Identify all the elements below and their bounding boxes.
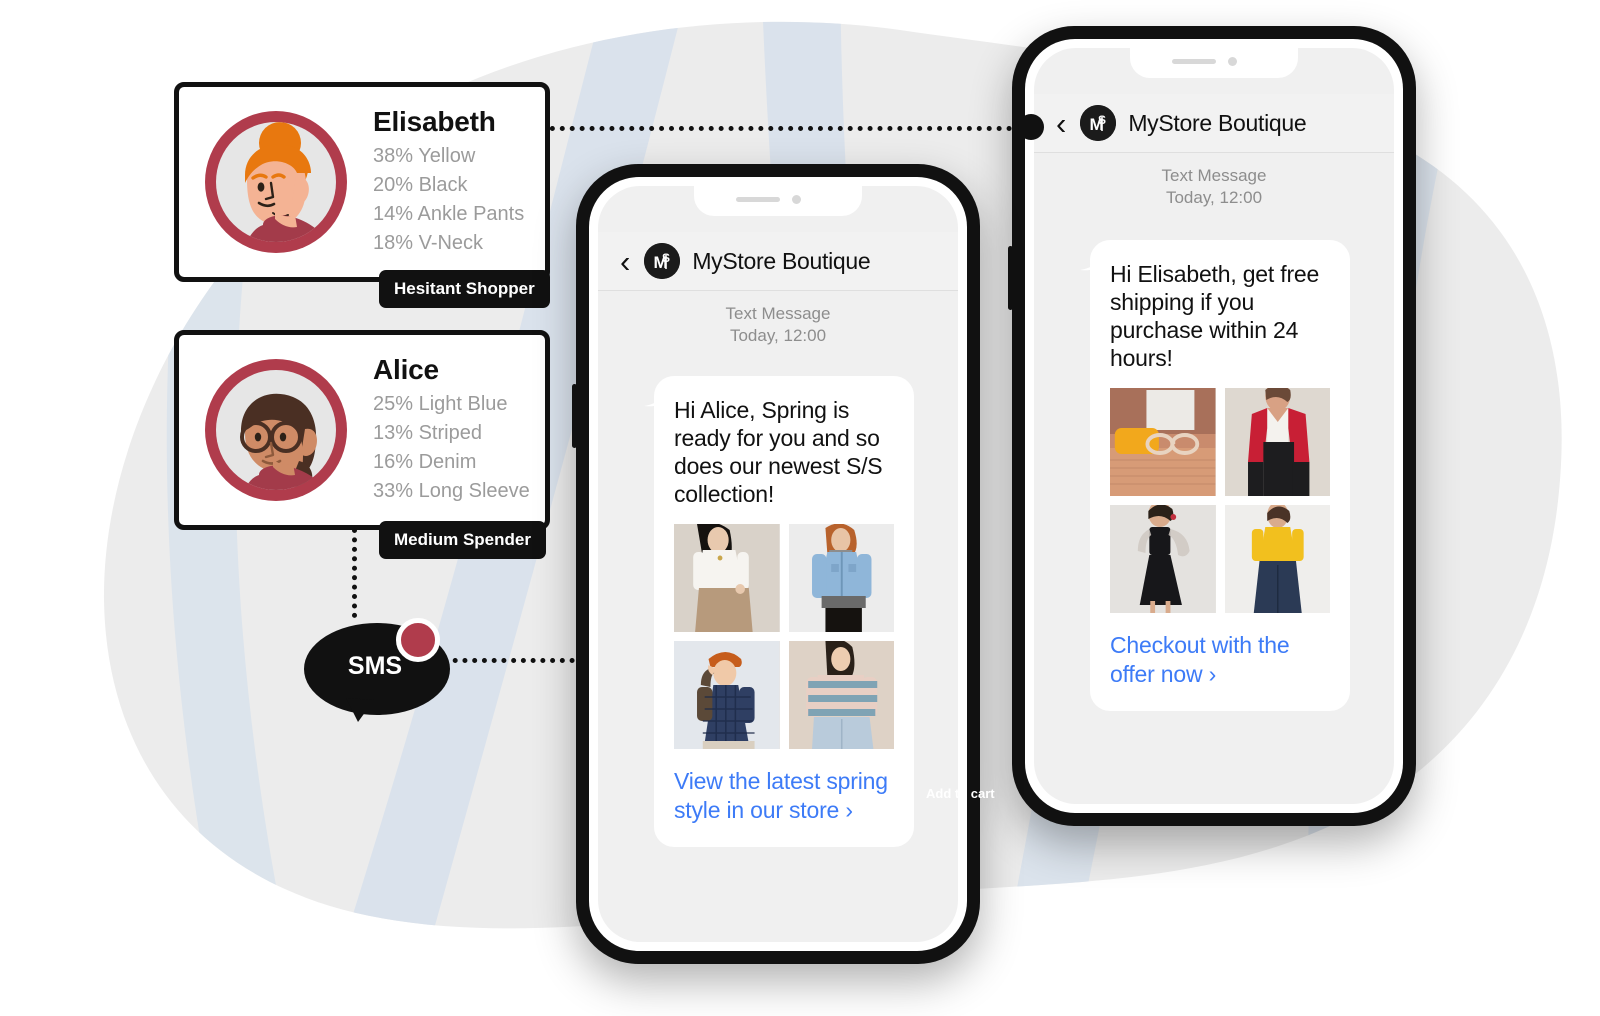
connector-endpoint-right-phone (1018, 114, 1044, 140)
persona-stat: 20% Black (373, 174, 468, 197)
woman-black-dress-image (1110, 505, 1216, 614)
right-phone-screen: ‹ M S MyStore Boutique Text Message Toda… (1034, 48, 1394, 804)
persona-stat: 25% Light Blue (373, 393, 508, 416)
center-phone-thumbnail-grid (674, 524, 894, 750)
connector-alice-to-sms (352, 528, 357, 618)
center-phone-screen: ‹ M S MyStore Boutique Text Message Toda… (598, 186, 958, 942)
persona-stat: 14% Ankle Pants (373, 203, 525, 226)
center-phone-brand-name: MyStore Boutique (692, 247, 871, 274)
phone-bezel: ‹ M S MyStore Boutique Text Message Toda… (589, 177, 967, 951)
persona-stat: 18% V-Neck (373, 232, 484, 255)
mystore-monogram: M S (1080, 105, 1117, 141)
avatar (201, 107, 351, 257)
woman-orange-beanie-plaid-shirt-image (674, 641, 780, 750)
product-thumbnail[interactable] (674, 524, 780, 633)
right-phone-message-bubble: Hi Elisabeth, get free shipping if you p… (1090, 240, 1350, 711)
yellow-purse-sunglasses-image (1110, 388, 1216, 497)
speaker-bar (736, 197, 780, 202)
persona-name: Alice (373, 353, 439, 385)
woman-striped-sweater-jeans-image (788, 641, 894, 750)
mystore-logo-icon: M S (1080, 105, 1117, 141)
woman-red-blazer-image (1224, 388, 1330, 497)
phone-notch (694, 186, 862, 216)
product-thumbnail[interactable] (1110, 388, 1216, 497)
right-phone-cta-link[interactable]: Checkout with the offer now › (1110, 631, 1330, 689)
message-type-label: Text Message (1161, 166, 1267, 185)
message-timestamp: Today, 12:00 (1165, 188, 1263, 207)
right-phone: ‹ M S MyStore Boutique Text Message Toda… (1008, 26, 1416, 826)
chevron-left-icon[interactable]: ‹ (620, 246, 630, 277)
sms-badge[interactable]: SMS (300, 612, 480, 722)
persona-name: Elisabeth (373, 105, 496, 137)
sms-status-dot (396, 618, 440, 662)
center-phone-cta-link[interactable]: View the latest spring style in our stor… (674, 767, 894, 825)
message-timestamp: Today, 12:00 (729, 326, 827, 345)
mystore-logo-icon: M S (644, 243, 681, 279)
product-thumbnail[interactable] (1224, 505, 1330, 614)
phone-side-button[interactable] (1008, 246, 1013, 310)
phone-side-button[interactable] (572, 384, 577, 448)
woman-yellow-cardigan-navy-pants-image (1224, 505, 1330, 614)
front-camera (792, 195, 801, 204)
right-phone-message-meta: Text Message Today, 12:00 (1034, 166, 1394, 208)
persona-card-elisabeth[interactable]: Elisabeth 38% Yellow 20% Black 14% Ankle… (174, 82, 550, 282)
woman-denim-jacket-image (788, 524, 894, 633)
phone-bezel: ‹ M S MyStore Boutique Text Message Toda… (1025, 39, 1403, 813)
right-phone-navbar: ‹ M S MyStore Boutique (1034, 94, 1394, 153)
chevron-left-icon[interactable]: ‹ (1056, 108, 1066, 139)
center-phone: ‹ M S MyStore Boutique Text Message Toda… (572, 164, 980, 964)
right-phone-message-text: Hi Elisabeth, get free shipping if you p… (1110, 261, 1320, 372)
persona-stat: 33% Long Sleeve (373, 480, 530, 503)
woman-white-blouse-beige-skirt-image (674, 524, 780, 633)
product-thumbnail[interactable] (788, 641, 894, 750)
product-thumbnail[interactable] (674, 641, 780, 750)
front-camera (1228, 57, 1237, 66)
persona-card-alice[interactable]: Alice 25% Light Blue 13% Striped 16% Den… (174, 330, 550, 530)
persona-tag-hesitant-shopper: Hesitant Shopper (379, 270, 550, 308)
speaker-bar (1172, 59, 1216, 64)
center-phone-message-bubble: Hi Alice, Spring is ready for you and so… (654, 376, 914, 847)
persona-stat: 38% Yellow (373, 145, 476, 168)
center-phone-message-text: Hi Alice, Spring is ready for you and so… (674, 397, 883, 508)
message-type-label: Text Message (725, 304, 831, 323)
product-thumbnail[interactable] (1224, 388, 1330, 497)
woman-orange-bun-avatar-icon (205, 111, 347, 253)
product-thumbnail[interactable] (1110, 505, 1216, 614)
persona-info: Alice 25% Light Blue 13% Striped 16% Den… (373, 354, 530, 506)
avatar (201, 355, 351, 505)
right-phone-thumbnail-grid (1110, 388, 1330, 614)
phone-notch (1130, 48, 1298, 78)
persona-tag-medium-spender: Medium Spender (379, 521, 546, 559)
persona-info: Elisabeth 38% Yellow 20% Black 14% Ankle… (373, 106, 524, 258)
illustration-stage: SMS Elisabeth 38% Yellow 20% Black 14% A… (0, 0, 1600, 1016)
connector-elisabeth-to-right-phone (530, 126, 1022, 131)
persona-stat: 13% Striped (373, 422, 482, 445)
persona-stat: 16% Denim (373, 451, 477, 474)
product-thumbnail[interactable] (788, 524, 894, 633)
center-phone-message-meta: Text Message Today, 12:00 (598, 304, 958, 346)
center-phone-navbar: ‹ M S MyStore Boutique (598, 232, 958, 291)
right-phone-brand-name: MyStore Boutique (1128, 109, 1307, 136)
mystore-monogram: M S (644, 243, 681, 279)
woman-glasses-brown-hair-avatar-icon (205, 359, 347, 501)
watermark-label: Add to cart (926, 786, 995, 801)
